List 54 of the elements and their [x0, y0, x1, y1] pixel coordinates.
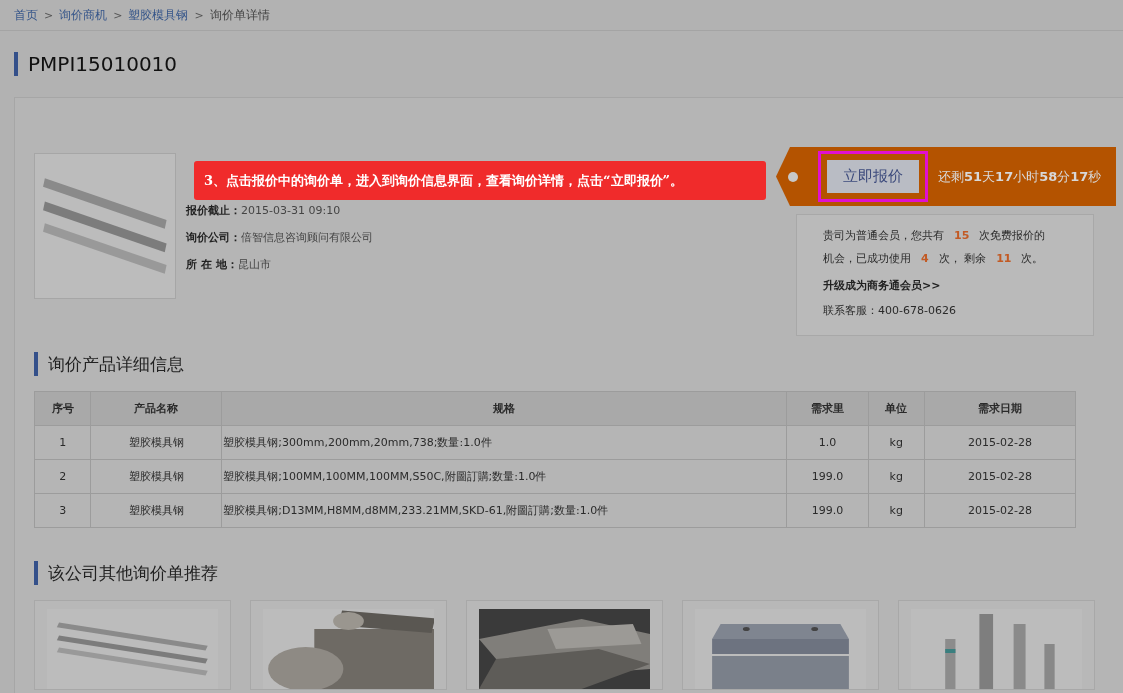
table-cell: kg: [868, 459, 925, 494]
table-cell: 2: [34, 459, 91, 494]
breadcrumb-separator: >: [194, 8, 204, 22]
countdown-text: 还剩51天17小时58分17秒: [938, 167, 1102, 186]
table-cell: 塑胶模具钢: [90, 459, 222, 494]
field-value: 倍智信息咨询顾问有限公司: [241, 231, 373, 244]
section-title: 该公司其他询价单推荐: [48, 561, 218, 585]
table-cell: 2015-02-28: [924, 425, 1076, 460]
field-label: 报价截止：: [186, 204, 241, 217]
page-title: PMPI15010010: [28, 52, 178, 76]
column-header: 需求日期: [924, 391, 1076, 426]
table-cell: kg: [868, 425, 925, 460]
table-cell: 塑胶模具钢: [90, 493, 222, 528]
breadcrumb-link[interactable]: 塑胶模具钢: [128, 6, 189, 24]
table-cell: 塑胶模具钢;300mm,200mm,20mm,738;数量:1.0件: [221, 425, 787, 460]
recommendation-card[interactable]: [466, 600, 663, 690]
table-cell: 3: [34, 493, 91, 528]
field-value: 2015-03-31 09:10: [241, 204, 341, 217]
quote-now-button[interactable]: 立即报价: [827, 160, 919, 193]
table-cell: 塑胶模具钢: [90, 425, 222, 460]
field-label: 询价公司：: [186, 231, 241, 244]
table-cell: 199.0: [786, 459, 868, 494]
table-cell: 塑胶模具钢;100MM,100MM,100MM,S50C,附圖訂購;数量:1.0件: [221, 459, 787, 494]
membership-text: 贵司为普通会员，您共有 15 次免费报价的: [823, 228, 1047, 244]
recommendation-card[interactable]: [250, 600, 447, 690]
column-header: 单位: [868, 391, 925, 426]
breadcrumb-link[interactable]: 询价商机: [59, 6, 108, 24]
breadcrumb-separator: >: [113, 8, 123, 22]
table-cell: 2015-02-28: [924, 459, 1076, 494]
ribbon-dot-icon: [788, 171, 798, 182]
section-accent-bar: [34, 352, 38, 376]
field-label: 所 在 地：: [186, 258, 238, 271]
table-cell: 1.0: [786, 425, 868, 460]
column-header: 产品名称: [90, 391, 222, 426]
field-value: 昆山市: [237, 258, 271, 271]
table-cell: 2015-02-28: [924, 493, 1076, 528]
page-location-text: 询价单详情: [209, 6, 270, 24]
recommendation-card[interactable]: [682, 600, 879, 690]
section-accent-bar: [34, 561, 38, 585]
upgrade-link[interactable]: 升级成为商务通会员>>: [823, 278, 1067, 293]
table-cell: 1: [34, 425, 91, 460]
column-header: 序号: [34, 391, 91, 426]
service-hotline: 联系客服：400-678-0626: [823, 303, 957, 318]
section-title: 询价产品详细信息: [48, 352, 184, 376]
column-header: 需求里: [786, 391, 868, 426]
membership-text: 机会，已成功使用 4 次， 剩余 11 次。: [823, 251, 1045, 267]
tutorial-callout: 3、点击报价中的询价单，进入到询价信息界面，查看询价详情，点击“立即报价”。: [194, 161, 766, 200]
title-accent-bar: [14, 52, 18, 76]
breadcrumb-separator: >: [44, 8, 54, 22]
column-header: 规格: [221, 391, 787, 426]
table-cell: 塑胶模具钢;D13MM,H8MM,d8MM,233.21MM,SKD-61,附圖訂購;数量:1.0件: [221, 493, 787, 528]
breadcrumb-link[interactable]: 首页: [14, 6, 38, 24]
table-cell: 199.0: [786, 493, 868, 528]
table-cell: kg: [868, 493, 925, 528]
